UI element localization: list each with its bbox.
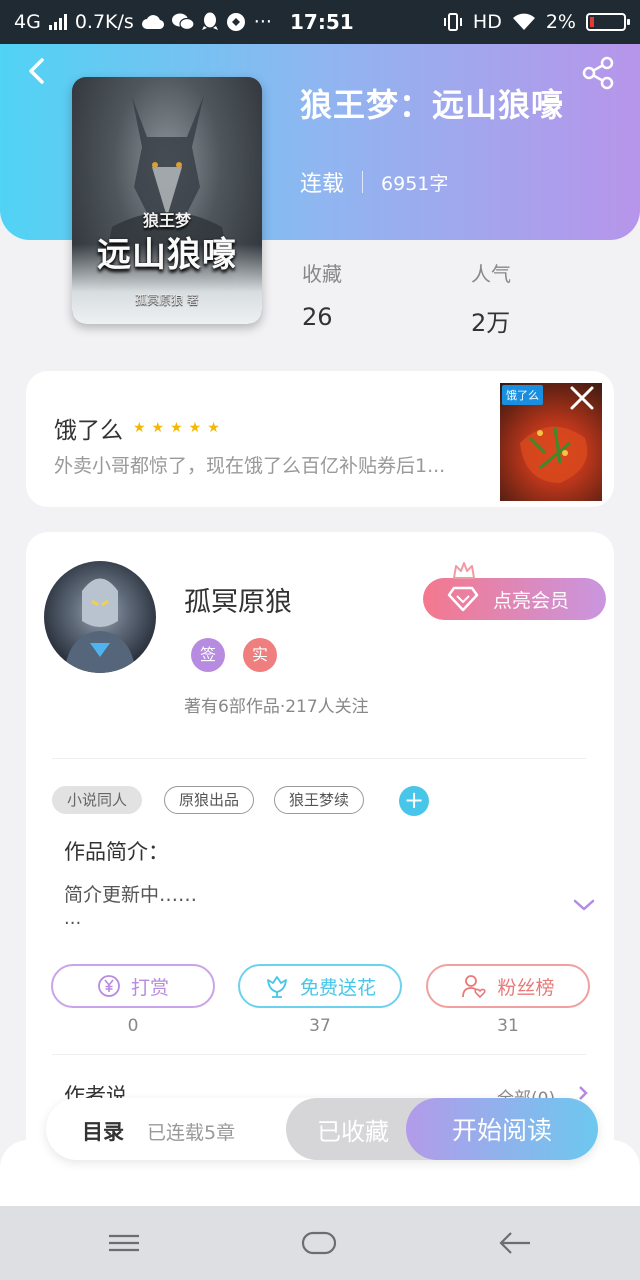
close-icon[interactable] [568,384,596,412]
back-arrow-icon[interactable] [22,56,52,86]
fans-ranking-button[interactable]: 粉丝榜 [426,964,590,1008]
crown-icon [453,562,475,579]
favorites-value: 26 [302,303,333,331]
vip-button-label: 点亮会员 [493,589,570,612]
diamond-icon [447,586,479,612]
ad-title-row: 饿了么 ★★★★★ [54,411,226,445]
author-info: 著有6部作品·217人关注 [184,697,369,717]
battery-percent: 2% [545,11,576,33]
app-icon [226,13,245,31]
ad-card[interactable]: 饿了么 ★★★★★ 外卖小哥都惊了，现在饿了么百亿补贴券后1... 饿了么 [26,371,614,507]
send-flower-label: 免费送花 [299,976,376,999]
cloud-icon [141,15,164,30]
verified-badge: 实 [243,638,277,672]
vibrate-icon [443,13,462,31]
word-count: 6951字 [381,172,449,195]
reward-label: 打赏 [130,976,169,999]
section-divider [52,758,586,759]
meta-divider [362,171,364,193]
battery-icon [586,13,630,31]
rating-stars-icon: ★★★★★ [133,420,226,436]
wechat-icon [171,13,194,31]
tag-chip[interactable]: 小说同人 [52,786,143,814]
chevron-down-icon[interactable] [572,896,596,914]
more-notifications: ··· [253,11,272,33]
popularity-stat: 人气 2万 [471,258,511,338]
user-heart-icon [462,975,487,999]
reward-button[interactable]: 打赏 [51,964,215,1008]
cover-author: 孤冥原狼 著 [135,293,199,307]
home-icon[interactable] [301,1228,337,1258]
signal-icon [48,14,67,30]
intro-text: 简介更新中…… [64,884,198,906]
signed-badge: 签 [191,638,225,672]
toc-button[interactable]: 目录 [82,1116,124,1146]
intro-label: 作品简介： [64,840,169,864]
ad-title: 饿了么 [54,418,123,444]
hd-indicator: HD [472,11,502,33]
popularity-label: 人气 [471,262,511,286]
network-type: 4G [14,11,41,33]
book-title: 狼王梦：远山狼嚎 [300,86,565,124]
system-navigation-bar [0,1206,640,1280]
reward-count: 0 [127,1016,139,1036]
chapter-status[interactable]: 已连载5章 [147,1118,235,1145]
intro-ellipsis: ... [64,908,82,929]
chevron-right-icon[interactable] [576,1086,590,1100]
menu-icon[interactable] [106,1228,142,1258]
flower-icon [267,976,287,998]
send-flower-button[interactable]: 免费送花 [238,964,402,1008]
clock: 17:51 [290,10,354,34]
favorited-label: 已收藏 [317,1117,389,1146]
qq-icon [201,12,218,30]
author-name[interactable]: 孤冥原狼 [184,580,292,619]
favorites-stat: 收藏 26 [302,258,342,331]
network-speed: 0.7K/s [74,11,134,33]
section-divider [52,1054,586,1055]
fans-count: 31 [497,1016,519,1036]
favorites-label: 收藏 [302,262,342,286]
back-icon[interactable] [497,1228,533,1258]
ad-description: 外卖小哥都惊了，现在饿了么百亿补贴券后1... [54,455,446,477]
yen-coin-icon [98,975,120,997]
add-tag-button[interactable]: + [399,786,429,816]
share-icon[interactable] [580,56,616,90]
wifi-icon [512,13,535,30]
author-say-label: 作者说 [64,1084,127,1100]
status-bar: 4G 0.7K/s ··· 17:51 HD 2% [0,0,640,44]
flower-count: 37 [309,1016,331,1036]
fans-ranking-label: 粉丝榜 [497,976,555,999]
tag-chip[interactable]: 狼王梦续 [274,786,365,814]
start-reading-button[interactable]: 开始阅读 [406,1098,598,1160]
popularity-value: 2万 [471,309,511,337]
cover-main-title: 远山狼嚎 [97,235,237,275]
avatar-figure [64,578,136,673]
start-reading-label: 开始阅读 [451,1116,552,1145]
tag-chip[interactable]: 原狼出品 [164,786,255,814]
book-cover[interactable]: 狼王梦 远山狼嚎 孤冥原狼 著 [72,77,262,324]
serial-status: 连载 [300,172,345,197]
author-avatar[interactable] [44,561,156,673]
book-meta: 连载 6951字 [300,166,448,198]
